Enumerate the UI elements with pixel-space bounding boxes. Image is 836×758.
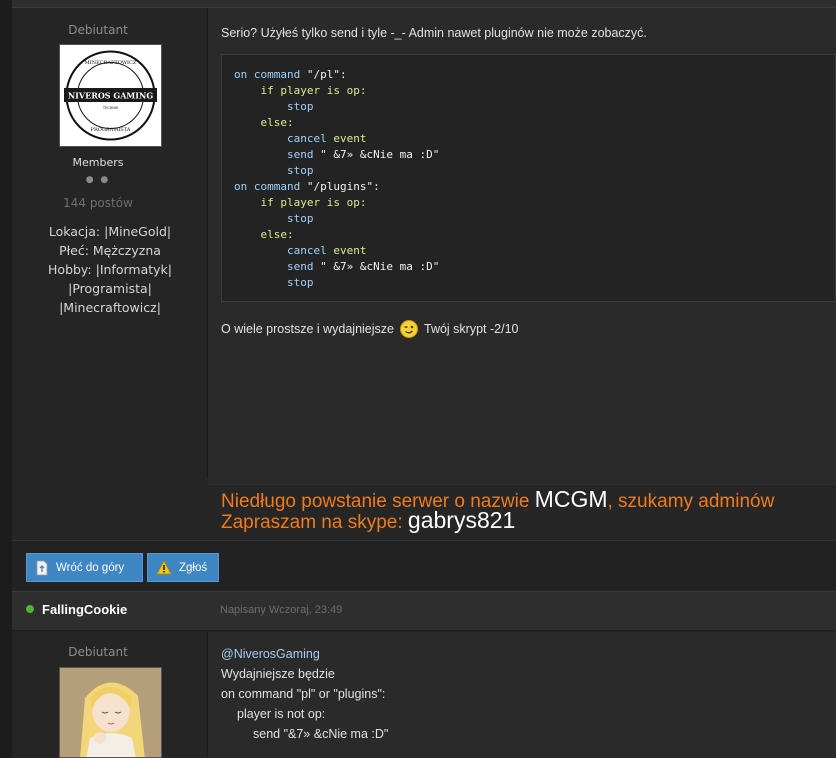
back-to-top-button[interactable]: Wróć do góry [26, 553, 143, 582]
post2-rank: Debiutant [68, 645, 128, 659]
post1-rating-text: Twój skrypt -2/10 [424, 322, 519, 336]
wink-emoticon-icon [400, 320, 418, 338]
signature-line-2: Zapraszam na skype: gabrys821 [221, 507, 515, 534]
post1-field-hobby-3: |Minecraftowicz| [59, 300, 161, 315]
logo-ring-top-text: MINECRAFTOWICZ [85, 60, 137, 66]
signature-text: , szukamy adminów [607, 491, 775, 512]
signature-skype-name: gabrys821 [407, 507, 516, 533]
niveros-gaming-logo: MINECRAFTOWICZ NIVEROS GAMING TECHNIK PR… [64, 50, 157, 141]
post1-member-group: Members [72, 156, 124, 169]
report-button[interactable]: Zgłoś [147, 553, 219, 582]
anime-avatar-image [60, 668, 161, 757]
post2-text-line: player is not op: [237, 707, 326, 721]
code-line: if player is op: [260, 196, 367, 209]
code-line: stop [286, 100, 314, 113]
code-line: stop [286, 212, 314, 225]
code-line: stop [286, 276, 314, 289]
page-up-icon [36, 560, 48, 575]
warning-icon [156, 559, 172, 574]
code-line: cancel event [286, 132, 367, 145]
post2-text-line: on command "pl" or "plugins": [221, 687, 386, 701]
post1-field-hobby: Hobby: |Informatyk| [48, 262, 172, 277]
post1-post-count: 144 postów [63, 196, 133, 210]
code-line: stop [286, 164, 314, 177]
post2-header [12, 591, 836, 631]
code-line: else: [260, 228, 294, 241]
back-to-top-label: Wróć do góry [56, 561, 125, 574]
post1-intro-text: Serio? Użyłeś tylko send i tyle -_- Admi… [221, 26, 647, 40]
post2-avatar[interactable] [59, 667, 162, 758]
code-line: send " &7» &cNie ma :D" [286, 260, 440, 273]
code-line: on command "/plugins": [234, 180, 380, 193]
code-line: send " &7» &cNie ma :D" [286, 148, 440, 161]
post2-text-line: Wydajniejsze będzie [221, 667, 335, 681]
post1-field-gender: Płeć: Mężczyzna [59, 243, 161, 258]
code-line: if player is op: [260, 84, 367, 97]
logo-ring-middle-text: TECHNIK [102, 106, 119, 110]
code-line: else: [260, 116, 294, 129]
post1-avatar[interactable]: MINECRAFTOWICZ NIVEROS GAMING TECHNIK PR… [59, 44, 162, 147]
code-line: cancel event [286, 244, 367, 257]
post1-field-hobby-2: |Programista| [68, 281, 152, 296]
code-line: on command "/pl": [234, 68, 347, 81]
post2-mention-link[interactable]: @NiverosGaming [221, 647, 320, 661]
signature-text: Zapraszam na skype: [221, 512, 408, 533]
logo-main-text: NIVEROS GAMING [68, 91, 153, 101]
post-top-bar [12, 0, 836, 8]
post2-username[interactable]: FallingCookie [42, 602, 127, 617]
report-label: Zgłoś [179, 561, 208, 574]
post1-outro: O wiele prostsze i wydajniejsze Twój skr… [221, 320, 518, 338]
post1-outro-text: O wiele prostsze i wydajniejsze [221, 322, 394, 336]
post2-text-line: send "&7» &cNie ma :D" [253, 727, 389, 741]
post1-rank: Debiutant [68, 23, 128, 37]
online-status-icon [26, 605, 34, 613]
post2-timestamp[interactable]: Napisany Wczoraj, 23:49 [220, 604, 342, 616]
post1-rank-pips: ● ● [85, 175, 111, 185]
signature-server-name: MCGM [534, 486, 608, 512]
post1-field-location: Lokacja: |MineGold| [48, 224, 172, 239]
logo-ring-bottom-text: PROGRAMISTA [91, 127, 131, 133]
